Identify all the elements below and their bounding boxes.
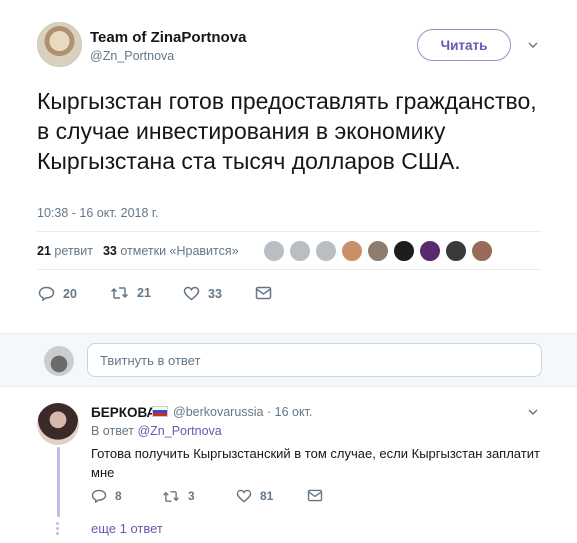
reply-icon	[38, 286, 55, 301]
like-action[interactable]: 33	[183, 286, 222, 301]
reply-author-handle[interactable]: @berkovarussia · 16 окт.	[173, 405, 312, 419]
reply-reply-action[interactable]: 8	[91, 489, 122, 503]
liker-avatar[interactable]	[393, 240, 415, 262]
author-name[interactable]: Team of ZinaPortnova	[90, 29, 246, 46]
reply-retweet-action[interactable]: 3	[162, 489, 195, 503]
retweet-action[interactable]: 21	[110, 286, 151, 300]
reply-text: Готова получить Кыргызстанский в том слу…	[91, 446, 540, 480]
liker-avatar[interactable]	[341, 240, 363, 262]
reply-composer: Твитнуть в ответ	[0, 333, 577, 387]
likers-avatars	[263, 240, 493, 262]
divider	[37, 231, 542, 232]
in-reply-handle-link[interactable]: @Zn_Portnova	[137, 424, 221, 438]
reply-retweet-count: 3	[188, 489, 195, 503]
liker-avatar[interactable]	[471, 240, 493, 262]
reply-like-count: 81	[260, 489, 274, 503]
liker-avatar[interactable]	[419, 240, 441, 262]
like-count: 33	[208, 286, 222, 301]
reply-reply-count: 8	[115, 489, 122, 503]
reply-author-avatar[interactable]	[37, 403, 79, 445]
in-reply-to: В ответ @Zn_Portnova	[91, 424, 222, 438]
author-handle[interactable]: @Zn_Portnova	[90, 49, 174, 63]
retweets-label: ретвит	[54, 244, 93, 258]
liker-avatar[interactable]	[367, 240, 389, 262]
chevron-down-icon[interactable]	[528, 40, 538, 50]
russia-flag-icon	[152, 406, 168, 417]
divider	[37, 269, 542, 270]
in-reply-prefix: В ответ	[91, 424, 134, 438]
retweet-count: 21	[137, 286, 151, 300]
heart-icon	[183, 286, 200, 301]
envelope-icon	[307, 489, 323, 502]
liker-avatar[interactable]	[289, 240, 311, 262]
direct-message-action[interactable]	[255, 286, 272, 300]
reply-author-name[interactable]: БЕРКОВА	[91, 405, 156, 420]
reply-icon	[91, 489, 107, 503]
reply-count: 20	[63, 286, 77, 301]
liker-avatar[interactable]	[445, 240, 467, 262]
reply-input[interactable]: Твитнуть в ответ	[87, 343, 542, 377]
tweet-text: Кыргызстан готов предоставлять гражданст…	[37, 88, 537, 174]
likes-stat[interactable]: 33 отметки «Нравится»	[103, 244, 239, 258]
thread-dots	[56, 522, 59, 535]
heart-icon	[236, 489, 252, 503]
retweet-icon	[163, 490, 179, 502]
reply-dm-action[interactable]	[307, 489, 323, 502]
tweet-timestamp[interactable]: 10:38 - 16 окт. 2018 г.	[37, 206, 158, 220]
likes-count: 33	[102, 244, 117, 258]
reply-tweet[interactable]: БЕРКОВА @berkovarussia · 16 окт. В ответ…	[0, 387, 577, 543]
follow-button[interactable]: Читать	[417, 29, 511, 61]
retweets-stat[interactable]: 21 ретвит	[37, 244, 93, 258]
retweets-count: 21	[37, 244, 51, 258]
thread-line	[57, 447, 60, 517]
retweet-icon	[110, 287, 129, 299]
more-replies-link[interactable]: еще 1 ответ	[91, 521, 163, 536]
chevron-down-icon[interactable]	[528, 407, 538, 417]
tweet-stats: 21 ретвит 33 отметки «Нравится»	[37, 244, 239, 258]
author-avatar[interactable]	[37, 22, 82, 67]
liker-avatar[interactable]	[315, 240, 337, 262]
envelope-icon	[255, 286, 272, 300]
main-tweet: Team of ZinaPortnova @Zn_Portnova Читать…	[0, 0, 577, 333]
likes-label: отметки «Нравится»	[120, 244, 239, 258]
reply-action[interactable]: 20	[38, 286, 77, 301]
liker-avatar[interactable]	[263, 240, 285, 262]
current-user-avatar	[44, 346, 74, 376]
reply-like-action[interactable]: 81	[236, 489, 273, 503]
